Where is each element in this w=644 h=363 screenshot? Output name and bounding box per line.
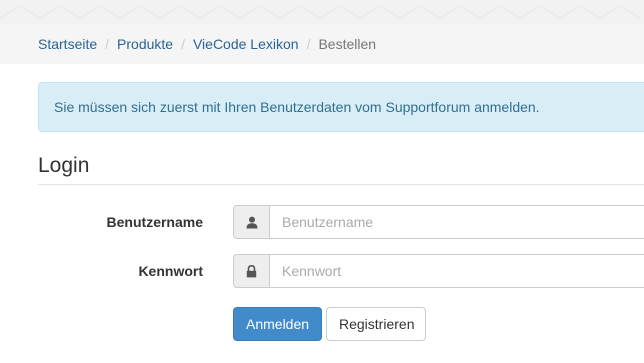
breadcrumb: Startseite / Produkte / VieCode Lexikon … <box>0 24 644 64</box>
login-button[interactable]: Anmelden <box>233 307 322 341</box>
hexagon-pattern <box>0 5 641 19</box>
username-input[interactable] <box>269 205 644 239</box>
register-button[interactable]: Registrieren <box>326 307 426 341</box>
login-heading: Login <box>38 154 644 185</box>
breadcrumb-link-produkte[interactable]: Produkte <box>117 36 173 52</box>
breadcrumb-current-page: Bestellen <box>318 36 377 52</box>
username-label: Benutzername <box>106 214 203 230</box>
password-label: Kennwort <box>138 263 203 279</box>
breadcrumb-separator: / <box>306 36 311 52</box>
lock-icon <box>233 254 269 288</box>
breadcrumb-separator: / <box>105 36 110 52</box>
password-row: Kennwort <box>0 254 644 288</box>
breadcrumb-link-viecode-lexikon[interactable]: VieCode Lexikon <box>193 36 299 52</box>
username-row: Benutzername <box>0 205 644 239</box>
info-alert-text: Sie müssen sich zuerst mit Ihren Benutze… <box>54 99 540 115</box>
info-alert: Sie müssen sich zuerst mit Ihren Benutze… <box>38 82 644 132</box>
username-input-group <box>233 205 644 239</box>
breadcrumb-separator: / <box>181 36 185 52</box>
breadcrumb-link-startseite[interactable]: Startseite <box>38 36 97 52</box>
password-input[interactable] <box>269 254 644 288</box>
password-input-group <box>233 254 644 288</box>
user-icon <box>233 205 269 239</box>
header-pattern-strip <box>0 0 644 24</box>
